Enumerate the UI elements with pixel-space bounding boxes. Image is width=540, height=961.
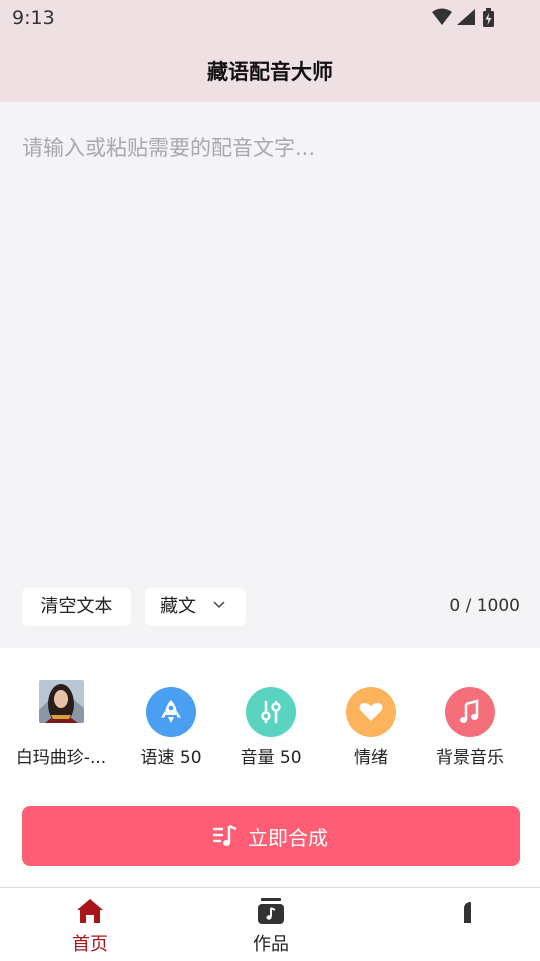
bgm-option[interactable]: 背景音乐 (420, 680, 520, 780)
wifi-icon (432, 8, 452, 25)
playlist-music-icon (213, 824, 237, 846)
tab-home-label: 首页 (72, 934, 108, 955)
rocket-icon (146, 687, 196, 737)
bottom-tab-bar: 首页 作品 (0, 887, 540, 961)
home-icon (77, 899, 103, 923)
text-editor-area[interactable]: 请输入或粘贴需要的配音文字... (0, 102, 540, 648)
cell-signal-icon (457, 9, 475, 25)
status-bar: 9:13 (0, 0, 540, 36)
text-input[interactable]: 请输入或粘贴需要的配音文字... (22, 132, 315, 162)
equalizer-icon (246, 687, 296, 737)
battery-charging-icon (483, 8, 494, 27)
emotion-option[interactable]: 情绪 (321, 680, 421, 780)
tab-profile[interactable] (405, 888, 525, 961)
music-note-icon (445, 687, 495, 737)
chevron-down-icon (213, 601, 225, 609)
language-select-value: 藏文 (160, 596, 196, 617)
works-icon (258, 898, 284, 924)
profile-icon (464, 902, 471, 923)
status-icons (430, 8, 500, 28)
voice-avatar (39, 680, 84, 723)
bgm-label: 背景音乐 (436, 748, 504, 768)
synthesize-button[interactable]: 立即合成 (22, 806, 520, 866)
language-select[interactable]: 藏文 (145, 588, 246, 626)
char-count: 0 / 1000 (449, 596, 520, 616)
tab-works[interactable]: 作品 (211, 888, 331, 961)
tab-works-label: 作品 (253, 934, 289, 955)
status-time: 9:13 (12, 7, 55, 29)
tab-home[interactable]: 首页 (30, 888, 150, 961)
volume-option[interactable]: 音量 50 (221, 680, 321, 780)
voice-option[interactable]: 白玛曲珍-... (11, 680, 111, 780)
synthesize-label: 立即合成 (248, 826, 328, 850)
app-bar: 藏语配音大师 (0, 36, 540, 102)
page-title: 藏语配音大师 (207, 60, 333, 84)
speed-option[interactable]: 语速 50 (121, 680, 221, 780)
voice-name: 白玛曲珍-... (15, 748, 107, 768)
clear-text-button[interactable]: 清空文本 (22, 588, 131, 626)
heart-icon (346, 687, 396, 737)
